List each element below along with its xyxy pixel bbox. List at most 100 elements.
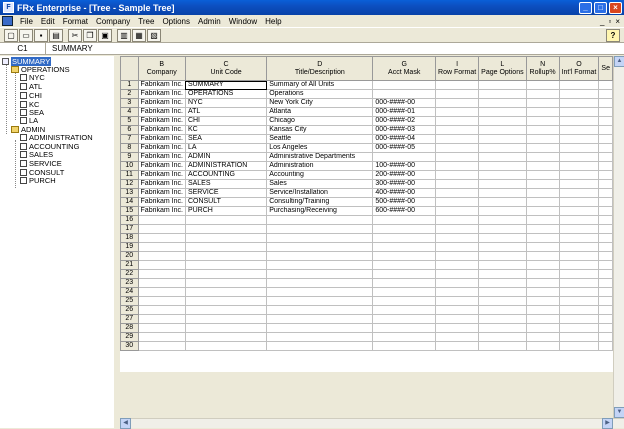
- grid-cell[interactable]: [372, 215, 437, 225]
- grid-cell[interactable]: [525, 98, 560, 108]
- grid-cell[interactable]: [372, 341, 437, 351]
- grid-cell[interactable]: Fabrikam Inc.: [137, 98, 186, 108]
- grid-cell[interactable]: [525, 260, 560, 270]
- grid-cell[interactable]: [558, 170, 600, 180]
- grid-cell[interactable]: SEA: [184, 134, 268, 144]
- grid-cell[interactable]: [478, 233, 527, 243]
- grid-cell[interactable]: Administration: [266, 161, 374, 171]
- grid-cell[interactable]: [598, 98, 613, 108]
- grid-cell[interactable]: [558, 242, 600, 252]
- row-number[interactable]: 22: [120, 269, 139, 279]
- app-icon[interactable]: F: [3, 2, 14, 13]
- grid-cell[interactable]: [266, 260, 374, 270]
- menu-options[interactable]: Options: [158, 17, 194, 26]
- row-number[interactable]: 12: [120, 179, 139, 189]
- menu-admin[interactable]: Admin: [194, 17, 225, 26]
- row-number[interactable]: 5: [120, 116, 139, 126]
- grid-cell[interactable]: [184, 242, 268, 252]
- grid-cell[interactable]: SUMMARY: [184, 80, 268, 90]
- grid-cell[interactable]: [558, 107, 600, 117]
- grid-cell[interactable]: [435, 287, 480, 297]
- grid-cell[interactable]: [435, 179, 480, 189]
- grid-cell[interactable]: [184, 233, 268, 243]
- grid-cell[interactable]: [558, 161, 600, 171]
- save-icon[interactable]: ▪: [34, 28, 48, 42]
- print-preview-icon[interactable]: ▥: [117, 28, 131, 42]
- grid-cell[interactable]: 000-####-02: [372, 116, 437, 126]
- grid-cell[interactable]: Fabrikam Inc.: [137, 161, 186, 171]
- table-row[interactable]: 18: [120, 233, 613, 243]
- grid-cell[interactable]: [525, 206, 560, 216]
- grid-cell[interactable]: [525, 143, 560, 153]
- table-row[interactable]: 2 Fabrikam Inc. OPERATIONS Operations: [120, 89, 613, 99]
- vertical-scrollbar[interactable]: ▲ ▼: [613, 56, 624, 418]
- row-number[interactable]: 2: [120, 89, 139, 99]
- table-row[interactable]: 7 Fabrikam Inc. SEA Seattle 000-####-04: [120, 134, 613, 144]
- grid-cell[interactable]: [598, 278, 613, 288]
- grid-cell[interactable]: Fabrikam Inc.: [137, 134, 186, 144]
- grid-cell[interactable]: [266, 224, 374, 234]
- grid-cell[interactable]: [525, 179, 560, 189]
- grid-cell[interactable]: [478, 314, 527, 324]
- table-row[interactable]: 29: [120, 332, 613, 342]
- tree-node-atl[interactable]: ATL: [20, 82, 42, 91]
- grid-cell[interactable]: [137, 332, 186, 342]
- grid-cell[interactable]: [478, 161, 527, 171]
- grid-cell[interactable]: LA: [184, 143, 268, 153]
- row-number[interactable]: 6: [120, 125, 139, 135]
- grid-cell[interactable]: [184, 215, 268, 225]
- grid-cell[interactable]: [266, 242, 374, 252]
- table-row[interactable]: 11 Fabrikam Inc. ACCOUNTING Accounting 200-#…: [120, 170, 613, 180]
- grid-cell[interactable]: 000-####-05: [372, 143, 437, 153]
- grid-cell[interactable]: 100-####-00: [372, 161, 437, 171]
- grid-cell[interactable]: [558, 206, 600, 216]
- new-icon[interactable]: ▢: [4, 28, 18, 42]
- grid-cell[interactable]: [478, 323, 527, 333]
- table-row[interactable]: 8 Fabrikam Inc. LA Los Angeles 000-####-05: [120, 143, 613, 153]
- grid-cell[interactable]: [478, 170, 527, 180]
- grid-cell[interactable]: [525, 215, 560, 225]
- grid-cell[interactable]: [478, 242, 527, 252]
- grid-cell[interactable]: [435, 251, 480, 261]
- grid-cell[interactable]: [184, 341, 268, 351]
- grid-cell[interactable]: [137, 269, 186, 279]
- grid-cell[interactable]: [435, 125, 480, 135]
- grid-cell[interactable]: [525, 251, 560, 261]
- grid-cell[interactable]: [435, 188, 480, 198]
- grid-cell[interactable]: [137, 314, 186, 324]
- grid-cell[interactable]: [525, 341, 560, 351]
- tree-node-sales[interactable]: SALES: [20, 150, 53, 159]
- menu-help[interactable]: Help: [261, 17, 285, 26]
- grid-cell[interactable]: [478, 143, 527, 153]
- table-row[interactable]: 17: [120, 224, 613, 234]
- grid-cell[interactable]: ADMINISTRATION: [184, 161, 268, 171]
- row-number[interactable]: 18: [120, 233, 139, 243]
- grid-cell[interactable]: [478, 197, 527, 207]
- row-number[interactable]: 14: [120, 197, 139, 207]
- grid-cell[interactable]: [558, 260, 600, 270]
- grid-cell[interactable]: ACCOUNTING: [184, 170, 268, 180]
- row-number[interactable]: 19: [120, 242, 139, 252]
- grid-cell[interactable]: [525, 242, 560, 252]
- grid-cell[interactable]: [372, 278, 437, 288]
- grid-cell[interactable]: [558, 305, 600, 315]
- grid-cell[interactable]: [137, 215, 186, 225]
- grid-cell[interactable]: Fabrikam Inc.: [137, 107, 186, 117]
- grid-cell[interactable]: 000-####-04: [372, 134, 437, 144]
- column-header[interactable]: Se: [598, 56, 613, 81]
- grid-cell[interactable]: [184, 224, 268, 234]
- grid-cell[interactable]: [558, 332, 600, 342]
- grid-cell[interactable]: Kansas City: [266, 125, 374, 135]
- close-button[interactable]: ×: [609, 1, 622, 14]
- grid-cell[interactable]: [598, 107, 613, 117]
- grid-cell[interactable]: [558, 152, 600, 162]
- grid-cell[interactable]: Fabrikam Inc.: [137, 89, 186, 99]
- row-number[interactable]: 17: [120, 224, 139, 234]
- grid-cell[interactable]: Administrative Departments: [266, 152, 374, 162]
- column-header[interactable]: O Int'l Format: [558, 56, 600, 81]
- menu-tree[interactable]: Tree: [134, 17, 158, 26]
- book-icon[interactable]: ▦: [132, 28, 146, 42]
- grid-cell[interactable]: [137, 224, 186, 234]
- grid-cell[interactable]: Los Angeles: [266, 143, 374, 153]
- grid-cell[interactable]: [435, 296, 480, 306]
